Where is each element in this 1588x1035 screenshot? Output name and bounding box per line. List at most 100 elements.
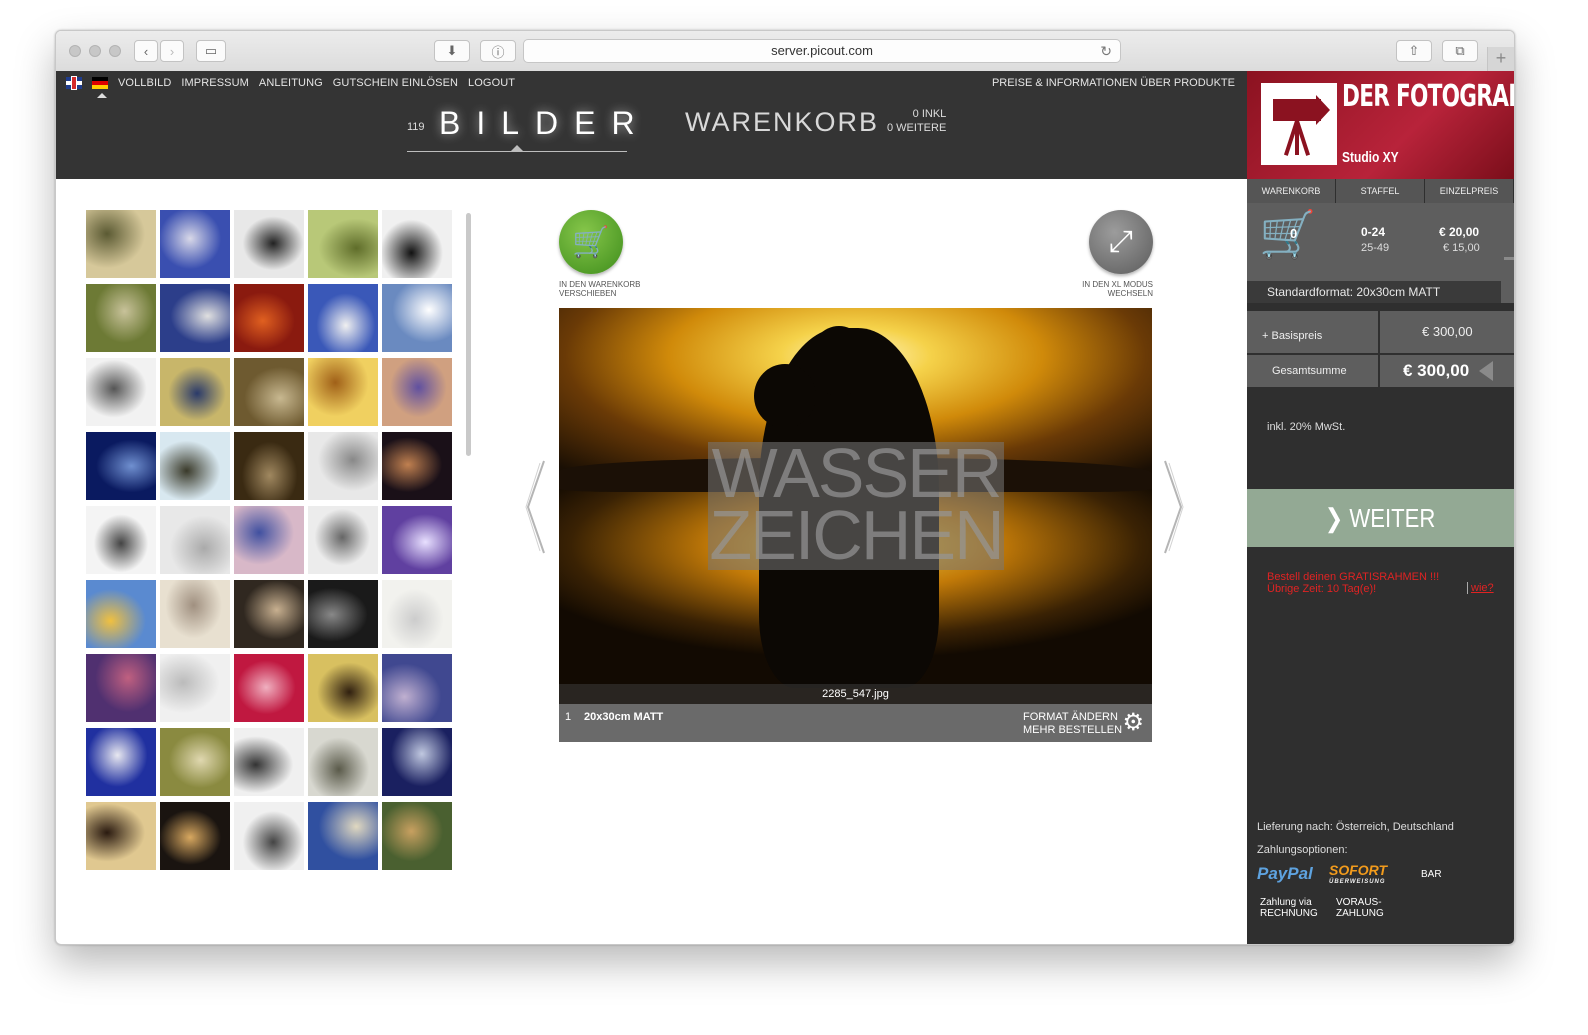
- thumbnail-photo[interactable]: [234, 210, 304, 278]
- cart-download-icon[interactable]: 🛒: [559, 210, 623, 274]
- chevron-right-icon: ›: [169, 43, 175, 59]
- nav-anleitung[interactable]: ANLEITUNG: [259, 77, 323, 89]
- thumbnail-photo[interactable]: [382, 210, 452, 278]
- paypal-logo: PayPal: [1257, 864, 1313, 883]
- format-change-link[interactable]: FORMAT ÄNDERN MEHR BESTELLEN: [1023, 711, 1122, 737]
- thumbnail-photo[interactable]: [382, 580, 452, 648]
- plus-icon: +: [1495, 48, 1507, 68]
- german-flag-icon[interactable]: [92, 77, 108, 89]
- thumbnail-photo[interactable]: [382, 358, 452, 426]
- thumbnail-photo[interactable]: [308, 580, 378, 648]
- thumbnail-photo[interactable]: [86, 358, 156, 426]
- thumbnail-photo[interactable]: [308, 284, 378, 352]
- thumbnail-photo[interactable]: [234, 284, 304, 352]
- brand-name: DER FOTOGRAF: [1342, 79, 1515, 114]
- thumbnail-photo[interactable]: [308, 210, 378, 278]
- thumbnail-photo[interactable]: [160, 210, 230, 278]
- thumbnail-photo[interactable]: [86, 432, 156, 500]
- expand-icon[interactable]: ⤢: [1089, 210, 1153, 274]
- thumbnail-photo[interactable]: [86, 506, 156, 574]
- thumbnail-photo[interactable]: [308, 728, 378, 796]
- tab-bilder[interactable]: BILDER: [439, 105, 651, 142]
- prices-info-link[interactable]: PREISE & INFORMATIONEN ÜBER PRODUKTE: [992, 77, 1235, 89]
- thumbnail-photo[interactable]: [308, 802, 378, 870]
- nav-vollbild[interactable]: VOLLBILD: [118, 77, 171, 89]
- thumbnail-photo[interactable]: [382, 432, 452, 500]
- tabs-overview-button[interactable]: ⧉: [1442, 40, 1478, 62]
- thumbnail-photo[interactable]: [160, 358, 230, 426]
- thumbnail-photo[interactable]: [234, 728, 304, 796]
- staffel-panel: 🛒 0 0-24 € 20,00 25-49 € 15,00 Standardf…: [1247, 203, 1514, 303]
- sidebar-toggle-button[interactable]: ▭: [196, 40, 226, 62]
- gesamtsumme-label: Gesamtsumme: [1247, 355, 1378, 387]
- share-button[interactable]: ⇧: [1396, 40, 1432, 62]
- thumbnail-photo[interactable]: [160, 728, 230, 796]
- chevron-left-icon: ‹: [143, 43, 149, 59]
- thumbnail-photo[interactable]: [160, 284, 230, 352]
- thumbnail-photo[interactable]: [86, 580, 156, 648]
- thumbnail-photo[interactable]: [234, 432, 304, 500]
- thumbnail-photo[interactable]: [86, 654, 156, 722]
- new-tab-button[interactable]: +: [1487, 47, 1514, 71]
- address-bar[interactable]: server.picout.com ↻: [523, 39, 1121, 63]
- gear-icon[interactable]: ⚙: [1122, 708, 1144, 737]
- downloads-button[interactable]: ⬇: [434, 40, 470, 62]
- thumbnail-photo[interactable]: [382, 506, 452, 574]
- watermark: WASSER ZEICHEN: [708, 442, 1004, 570]
- tab-sidebar-einzelpreis[interactable]: EINZELPREIS: [1425, 179, 1514, 203]
- staffel-price-1: € 20,00: [1439, 225, 1480, 239]
- thumbnail-photo[interactable]: [234, 358, 304, 426]
- thumbnail-photo[interactable]: [160, 802, 230, 870]
- english-flag-icon[interactable]: [66, 77, 82, 89]
- thumbnail-photo[interactable]: [86, 284, 156, 352]
- thumbnail-photo[interactable]: [86, 802, 156, 870]
- thumbnail-photo[interactable]: [160, 432, 230, 500]
- weiter-button[interactable]: ❯ WEITER: [1247, 489, 1514, 547]
- thumbnail-photo[interactable]: [382, 802, 452, 870]
- minimize-window-button[interactable]: [89, 45, 101, 57]
- thumbnail-scrollbar[interactable]: [466, 213, 471, 456]
- thumbnail-photo[interactable]: [160, 506, 230, 574]
- thumbnail-photo[interactable]: [308, 432, 378, 500]
- tabs-icon: ⧉: [1455, 43, 1465, 58]
- thumbnail-photo[interactable]: [86, 728, 156, 796]
- nav-impressum[interactable]: IMPRESSUM: [181, 77, 249, 89]
- chevron-right-icon: ❯: [1325, 503, 1350, 533]
- zoom-window-button[interactable]: [109, 45, 121, 57]
- brand-header: DER FOTOGRAF Studio XY: [1247, 71, 1514, 179]
- reader-button[interactable]: ⓘ: [480, 40, 516, 62]
- nav-gutschein[interactable]: GUTSCHEIN EINLÖSEN: [333, 77, 458, 89]
- thumbnail-photo[interactable]: [308, 358, 378, 426]
- nav-logout[interactable]: LOGOUT: [468, 77, 515, 89]
- reload-icon[interactable]: ↻: [1100, 40, 1112, 62]
- thumbnail-photo[interactable]: [86, 210, 156, 278]
- main-photo[interactable]: WASSER ZEICHEN 2285_547.jpg: [559, 308, 1152, 704]
- close-window-button[interactable]: [69, 45, 81, 57]
- thumbnail-photo[interactable]: [234, 802, 304, 870]
- thumbnail-photo[interactable]: [382, 654, 452, 722]
- thumbnail-photo[interactable]: [160, 654, 230, 722]
- tab-sidebar-staffel[interactable]: STAFFEL: [1336, 179, 1425, 203]
- back-button[interactable]: ‹: [134, 40, 158, 62]
- photo-format: 20x30cm MATT: [584, 711, 664, 723]
- thumbnail-photo[interactable]: [308, 506, 378, 574]
- thumbnail-photo[interactable]: [234, 580, 304, 648]
- tab-sidebar-warenkorb[interactable]: WARENKORB: [1247, 179, 1336, 203]
- next-image-arrow[interactable]: [1163, 459, 1185, 555]
- add-to-cart-action[interactable]: 🛒 IN DEN WARENKORB VERSCHIEBEN: [559, 210, 659, 298]
- thumbnail-photo[interactable]: [308, 654, 378, 722]
- forward-button[interactable]: ›: [160, 40, 184, 62]
- bilder-count: 119: [407, 121, 425, 133]
- promo-info-link[interactable]: wie?: [1467, 582, 1494, 594]
- thumbnail-photo[interactable]: [382, 728, 452, 796]
- thumbnail-photo[interactable]: [160, 580, 230, 648]
- tab-warenkorb[interactable]: WARENKORB: [685, 107, 879, 138]
- staffel-price-2: € 15,00: [1443, 242, 1480, 254]
- previous-image-arrow[interactable]: [524, 459, 546, 555]
- thumbnail-photo[interactable]: [382, 284, 452, 352]
- xl-mode-action[interactable]: ⤢ IN DEN XL MODUS WECHSELN: [1073, 210, 1153, 298]
- basispreis-value: € 300,00: [1380, 311, 1514, 353]
- thumbnail-photo[interactable]: [234, 654, 304, 722]
- thumbnail-photo[interactable]: [234, 506, 304, 574]
- sidebar-tabs: WARENKORB STAFFEL EINZELPREIS: [1247, 179, 1514, 203]
